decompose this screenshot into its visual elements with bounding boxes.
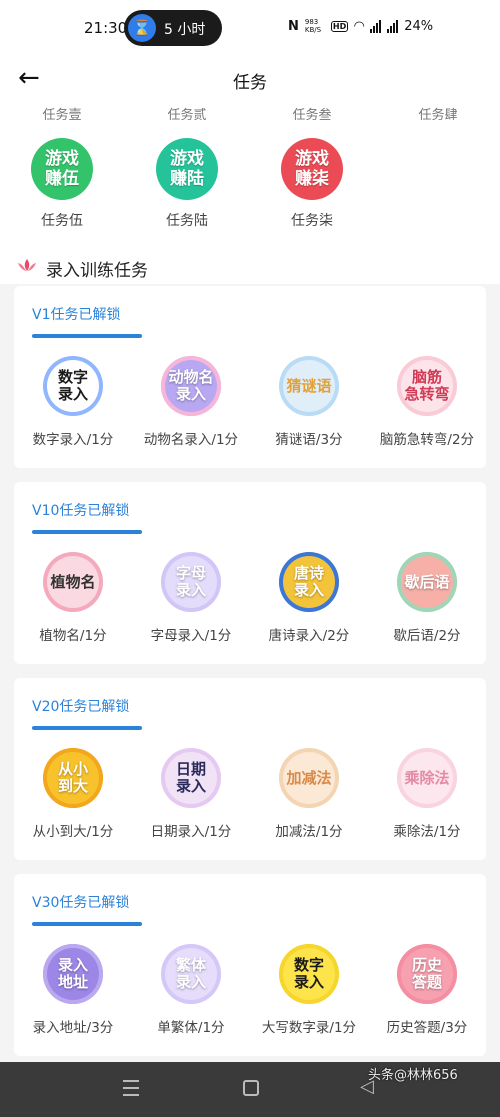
signal-icon-2 (387, 19, 399, 33)
task-item[interactable]: 数字 录入数字录入/1分 (14, 356, 132, 448)
level-card-v10: V10任务已解锁 植物名植物名/1分 字母 录入字母录入/1分 唐诗 录入唐诗录… (14, 482, 486, 664)
task-icon: 历史 答题 (397, 944, 457, 1004)
nfc-icon: N (288, 18, 299, 34)
focus-timer-pill[interactable]: ⌛ 5 小时 (124, 10, 222, 46)
card-title-underline (32, 334, 142, 338)
section-title: 录入训练任务 (46, 261, 148, 281)
top-app-bar: ← 任务 (0, 56, 500, 102)
card-title-underline (32, 726, 142, 730)
battery-level: 24% (404, 18, 434, 34)
task-item[interactable]: 猜谜语猜谜语/3分 (250, 356, 368, 448)
game-task-7[interactable]: 游戏 赚柒 任务柒 (272, 138, 352, 230)
task-icon: 唐诗 录入 (279, 552, 339, 612)
task-label: 录入地址/3分 (32, 1020, 114, 1036)
card-title: V20任务已解锁 (32, 699, 130, 715)
wifi-icon: ◠ (354, 18, 365, 34)
task-item[interactable]: 乘除法乘除法/1分 (368, 748, 486, 840)
task-grid-top: 任务壹 任务贰 任务叁 任务肆 游戏 赚伍 任务伍 游戏 赚陆 任务陆 游戏 赚… (0, 102, 500, 248)
task-icon: 猜谜语 (279, 356, 339, 416)
task-icon: 歇后语 (397, 552, 457, 612)
network-speed: 983 KB/S (304, 18, 322, 34)
task-label: 大写数字录/1分 (261, 1020, 357, 1036)
level-card-v1: V1任务已解锁 数字 录入 数字录入/1分 动物名 录入 动物名录入/1分 猜谜语猜… (14, 286, 486, 468)
status-icons: N 983 KB/S HD ◠ 24% (288, 15, 433, 37)
task-label: 历史答题/3分 (386, 1020, 468, 1036)
task-label-cut[interactable]: 任务贰 (147, 106, 227, 120)
task-item[interactable]: 字母 录入字母录入/1分 (132, 552, 250, 644)
task-label: 单繁体/1分 (157, 1020, 225, 1036)
game-icon: 游戏 赚柒 (281, 138, 343, 200)
section-header: 录入训练任务 (0, 248, 500, 284)
focus-timer-text: 5 小时 (164, 22, 206, 38)
task-label: 猜谜语/3分 (275, 432, 343, 448)
game-task-label: 任务陆 (166, 213, 208, 229)
task-label-cut[interactable]: 任务壹 (22, 106, 102, 120)
recent-apps-icon[interactable] (123, 1080, 139, 1096)
task-icon: 录入 地址 (43, 944, 103, 1004)
task-label: 动物名录入/1分 (143, 432, 239, 448)
task-icon: 脑筋 急转弯 (397, 356, 457, 416)
card-title-underline (32, 530, 142, 534)
task-item[interactable]: 植物名植物名/1分 (14, 552, 132, 644)
game-task-label: 任务伍 (41, 213, 83, 229)
home-icon[interactable] (243, 1080, 259, 1096)
task-item[interactable]: 日期 录入日期录入/1分 (132, 748, 250, 840)
task-item[interactable]: 录入 地址录入地址/3分 (14, 944, 132, 1036)
task-label: 脑筋急转弯/2分 (379, 432, 475, 448)
task-label: 从小到大/1分 (32, 824, 114, 840)
task-item[interactable]: 历史 答题历史答题/3分 (368, 944, 486, 1036)
level-card-v20: V20任务已解锁 从小 到大 从小到大/1分 日期 录入 日期录入/1分 加减法 加减… (14, 678, 486, 860)
status-bar: 21:30 ⌛ 5 小时 N 983 KB/S HD ◠ 24% (0, 0, 500, 56)
task-icon: 加减法 (279, 748, 339, 808)
game-task-label: 任务柒 (291, 213, 333, 229)
game-icon: 游戏 赚伍 (31, 138, 93, 200)
task-label: 乘除法/1分 (393, 824, 461, 840)
game-task-5[interactable]: 游戏 赚伍 任务伍 (22, 138, 102, 230)
game-icon: 游戏 赚陆 (156, 138, 218, 200)
task-item[interactable]: 繁体 录入单繁体/1分 (132, 944, 250, 1036)
card-title: V1任务已解锁 (32, 307, 121, 323)
task-icon: 数字 录入 (43, 356, 103, 416)
lotus-icon (18, 259, 36, 271)
task-icon: 从小 到大 (43, 748, 103, 808)
hd-icon: HD (330, 20, 349, 32)
watermark: 头条@林林656 (368, 1068, 458, 1083)
task-label-cut[interactable]: 任务肆 (398, 106, 478, 120)
task-icon: 动物名 录入 (161, 356, 221, 416)
task-item[interactable]: 歇后语歇后语/2分 (368, 552, 486, 644)
page-title: 任务 (233, 73, 267, 93)
level-card-v30: V30任务已解锁 录入 地址录入地址/3分 繁体 录入单繁体/1分 数字 录入大… (14, 874, 486, 1056)
task-label: 字母录入/1分 (150, 628, 232, 644)
task-item[interactable]: 加减法加减法/1分 (250, 748, 368, 840)
card-title: V30任务已解锁 (32, 895, 130, 911)
task-icon: 植物名 (43, 552, 103, 612)
card-title-underline (32, 922, 142, 926)
task-label: 数字录入/1分 (32, 432, 114, 448)
signal-icon-1 (370, 19, 382, 33)
task-item[interactable]: 数字 录入大写数字录/1分 (250, 944, 368, 1036)
task-label: 日期录入/1分 (150, 824, 232, 840)
task-icon: 字母 录入 (161, 552, 221, 612)
task-icon: 乘除法 (397, 748, 457, 808)
task-icon: 日期 录入 (161, 748, 221, 808)
task-label: 加减法/1分 (275, 824, 343, 840)
task-label-cut[interactable]: 任务叁 (272, 106, 352, 120)
card-title: V10任务已解锁 (32, 503, 130, 519)
task-label: 歇后语/2分 (393, 628, 461, 644)
task-label: 植物名/1分 (39, 628, 107, 644)
task-label: 唐诗录入/2分 (268, 628, 350, 644)
game-task-6[interactable]: 游戏 赚陆 任务陆 (147, 138, 227, 230)
hourglass-icon: ⌛ (128, 14, 156, 42)
task-item[interactable]: 脑筋 急转弯脑筋急转弯/2分 (368, 356, 486, 448)
task-item[interactable]: 动物名 录入动物名录入/1分 (132, 356, 250, 448)
task-item[interactable]: 从小 到大从小到大/1分 (14, 748, 132, 840)
task-item[interactable]: 唐诗 录入唐诗录入/2分 (250, 552, 368, 644)
status-time: 21:30 (84, 19, 128, 37)
task-icon: 繁体 录入 (161, 944, 221, 1004)
task-icon: 数字 录入 (279, 944, 339, 1004)
